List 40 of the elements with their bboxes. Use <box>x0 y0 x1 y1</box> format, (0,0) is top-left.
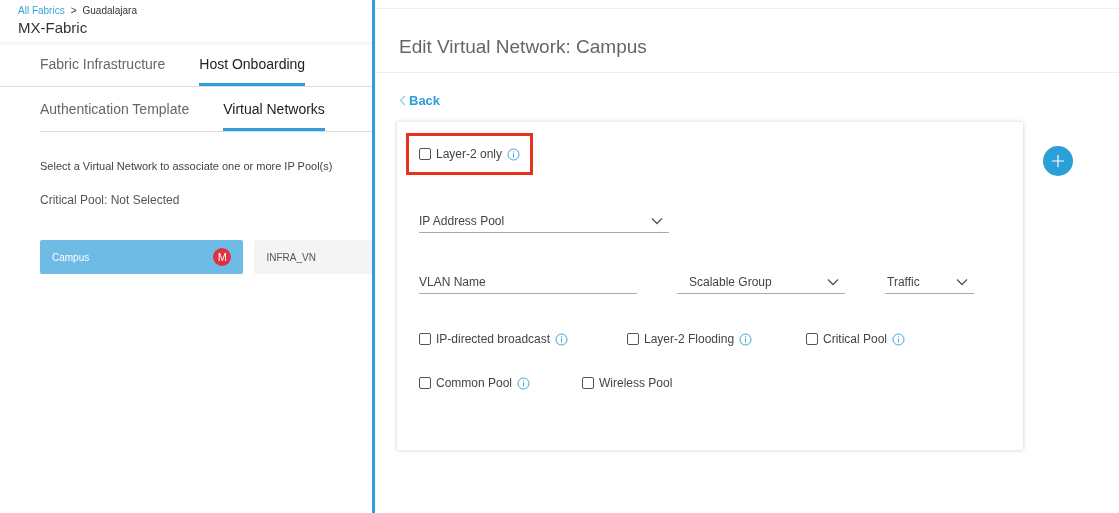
chevron-down-icon <box>827 278 839 286</box>
option-label: Layer-2 Flooding <box>644 332 735 346</box>
info-icon[interactable] <box>892 332 906 346</box>
instructions-text: Select a Virtual Network to associate one or more IP Pool(s) <box>40 160 334 172</box>
fabric-title: MX-Fabric <box>18 19 89 36</box>
scalable-group-dropdown[interactable]: Scalable Group <box>677 275 845 294</box>
ip-pool-dropdown[interactable]: IP Address Pool <box>419 214 669 233</box>
option-label: Wireless Pool <box>599 376 673 390</box>
checkbox-option[interactable]: Layer-2 Flooding <box>627 332 753 346</box>
breadcrumb-separator: > <box>70 5 77 16</box>
vlan-name-field[interactable]: VLAN Name <box>419 275 637 294</box>
checkbox-option[interactable]: Common Pool <box>419 376 531 390</box>
option-label: Critical Pool <box>823 332 888 346</box>
chevron-down-icon <box>651 217 663 225</box>
badge: M <box>213 248 232 266</box>
checkbox-option[interactable]: Critical Pool <box>806 332 906 346</box>
critical-pool-status: Critical Pool: Not Selected <box>40 193 181 207</box>
option-label: Layer-2 only <box>436 147 503 161</box>
option-label: IP-directed broadcast <box>436 332 551 346</box>
checkbox-option[interactable]: IP-directed broadcast <box>419 332 569 346</box>
chevron-down-icon <box>956 278 968 286</box>
checkbox-option[interactable]: Layer-2 only <box>409 136 531 172</box>
subtab[interactable]: Virtual Networks <box>223 100 325 131</box>
info-icon[interactable] <box>517 376 531 390</box>
subtab[interactable]: Authentication Template <box>40 100 190 131</box>
breadcrumb-current: Guadalajara <box>82 5 137 16</box>
tab[interactable]: Host Onboarding <box>199 55 306 86</box>
tab[interactable]: Fabric Infrastructure <box>40 55 166 86</box>
info-icon[interactable] <box>739 332 753 346</box>
info-icon[interactable] <box>507 147 521 161</box>
plus-icon <box>1051 154 1065 168</box>
panel-title: Edit Virtual Network: Campus <box>375 8 1119 73</box>
virtual-network-item[interactable]: INFRA_VN <box>254 240 372 274</box>
info-icon[interactable] <box>555 332 569 346</box>
checkbox-option[interactable]: Wireless Pool <box>582 376 673 390</box>
add-button[interactable] <box>1043 146 1073 176</box>
chevron-left-icon <box>399 95 406 106</box>
option-label: Common Pool <box>436 376 513 390</box>
virtual-network-item[interactable]: Campus M <box>40 240 244 274</box>
traffic-dropdown[interactable]: Traffic <box>885 275 974 294</box>
